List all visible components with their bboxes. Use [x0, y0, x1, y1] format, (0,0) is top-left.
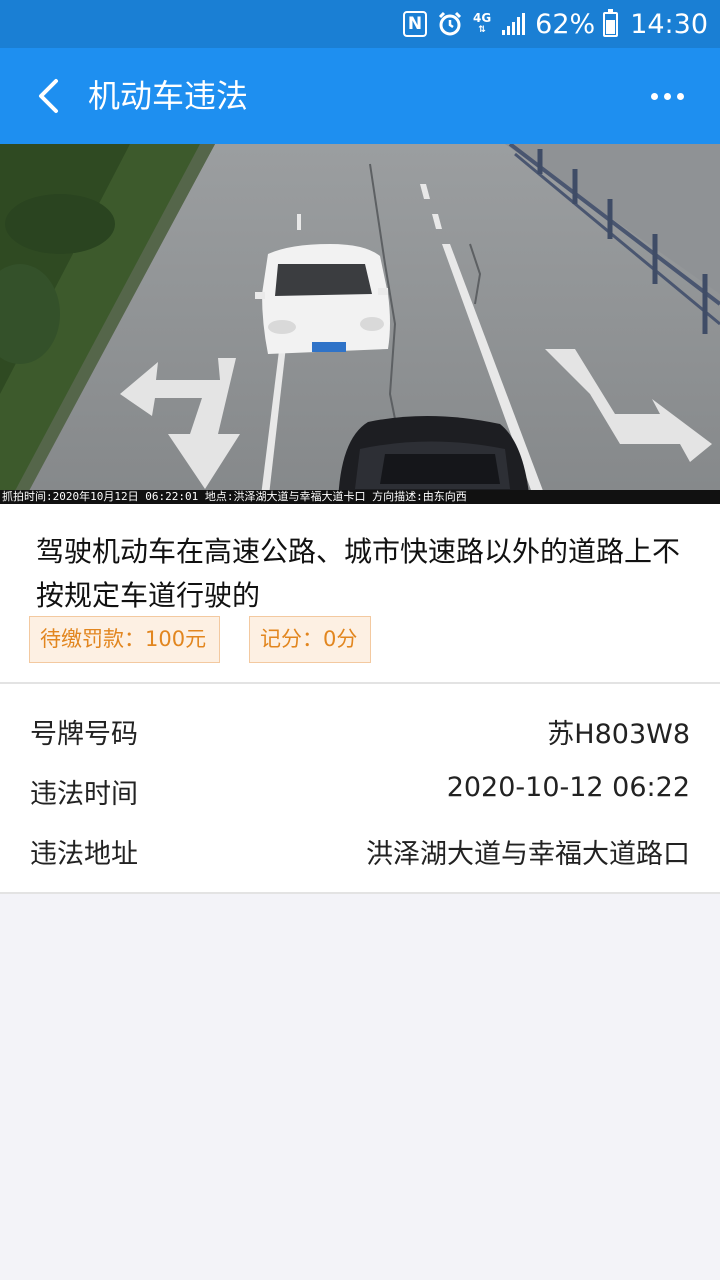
network-type-label: 4G — [472, 11, 492, 25]
details-list: 号牌号码 苏H803W8 违法时间 2020-10-12 06:22 违法地址 … — [0, 684, 720, 892]
detail-row-plate: 号牌号码 苏H803W8 — [0, 700, 720, 756]
violation-description: 驾驶机动车在高速公路、城市快速路以外的道路上不按规定车道行驶的 — [36, 535, 681, 612]
divider — [0, 892, 720, 894]
points-badge: 记分：0分 — [249, 616, 371, 663]
detail-row-address: 违法地址 洪泽湖大道与幸福大道路口 — [0, 820, 720, 876]
app-bar: 机动车违法 — [0, 48, 720, 144]
network-type-icon: 4G ⇅ — [472, 11, 492, 35]
battery-percentage: 62% — [535, 8, 596, 40]
battery-icon — [603, 8, 619, 37]
detail-label: 违法时间 — [30, 779, 138, 810]
violation-card: 驾驶机动车在高速公路、城市快速路以外的道路上不按规定车道行驶的 待缴罚款：100… — [0, 504, 720, 682]
violation-photo[interactable]: 抓拍时间:2020年10月12日 06:22:01 地点:洪泽湖大道与幸福大道卡… — [0, 144, 720, 504]
detail-row-time: 违法时间 2020-10-12 06:22 — [0, 760, 720, 816]
chevron-left-icon — [39, 79, 58, 113]
fine-badge: 待缴罚款：100元 — [29, 616, 220, 663]
detail-value: 洪泽湖大道与幸福大道路口 — [366, 839, 690, 870]
signal-icon — [501, 12, 527, 36]
more-options-button[interactable] — [642, 76, 692, 116]
detail-label: 违法地址 — [30, 839, 138, 870]
nfc-icon: N — [402, 11, 427, 37]
back-button[interactable] — [24, 72, 72, 120]
detail-value: 苏H803W8 — [547, 719, 690, 750]
alarm-icon — [437, 11, 463, 37]
status-time: 14:30 — [630, 8, 708, 40]
status-bar: N 4G ⇅ 62% 14:30 — [0, 0, 720, 48]
page-title: 机动车违法 — [88, 77, 249, 115]
photo-caption: 抓拍时间:2020年10月12日 06:22:01 地点:洪泽湖大道与幸福大道卡… — [0, 490, 720, 504]
more-dots-icon — [650, 92, 658, 100]
detail-value: 2020-10-12 06:22 — [446, 772, 690, 803]
detail-label: 号牌号码 — [30, 719, 138, 750]
